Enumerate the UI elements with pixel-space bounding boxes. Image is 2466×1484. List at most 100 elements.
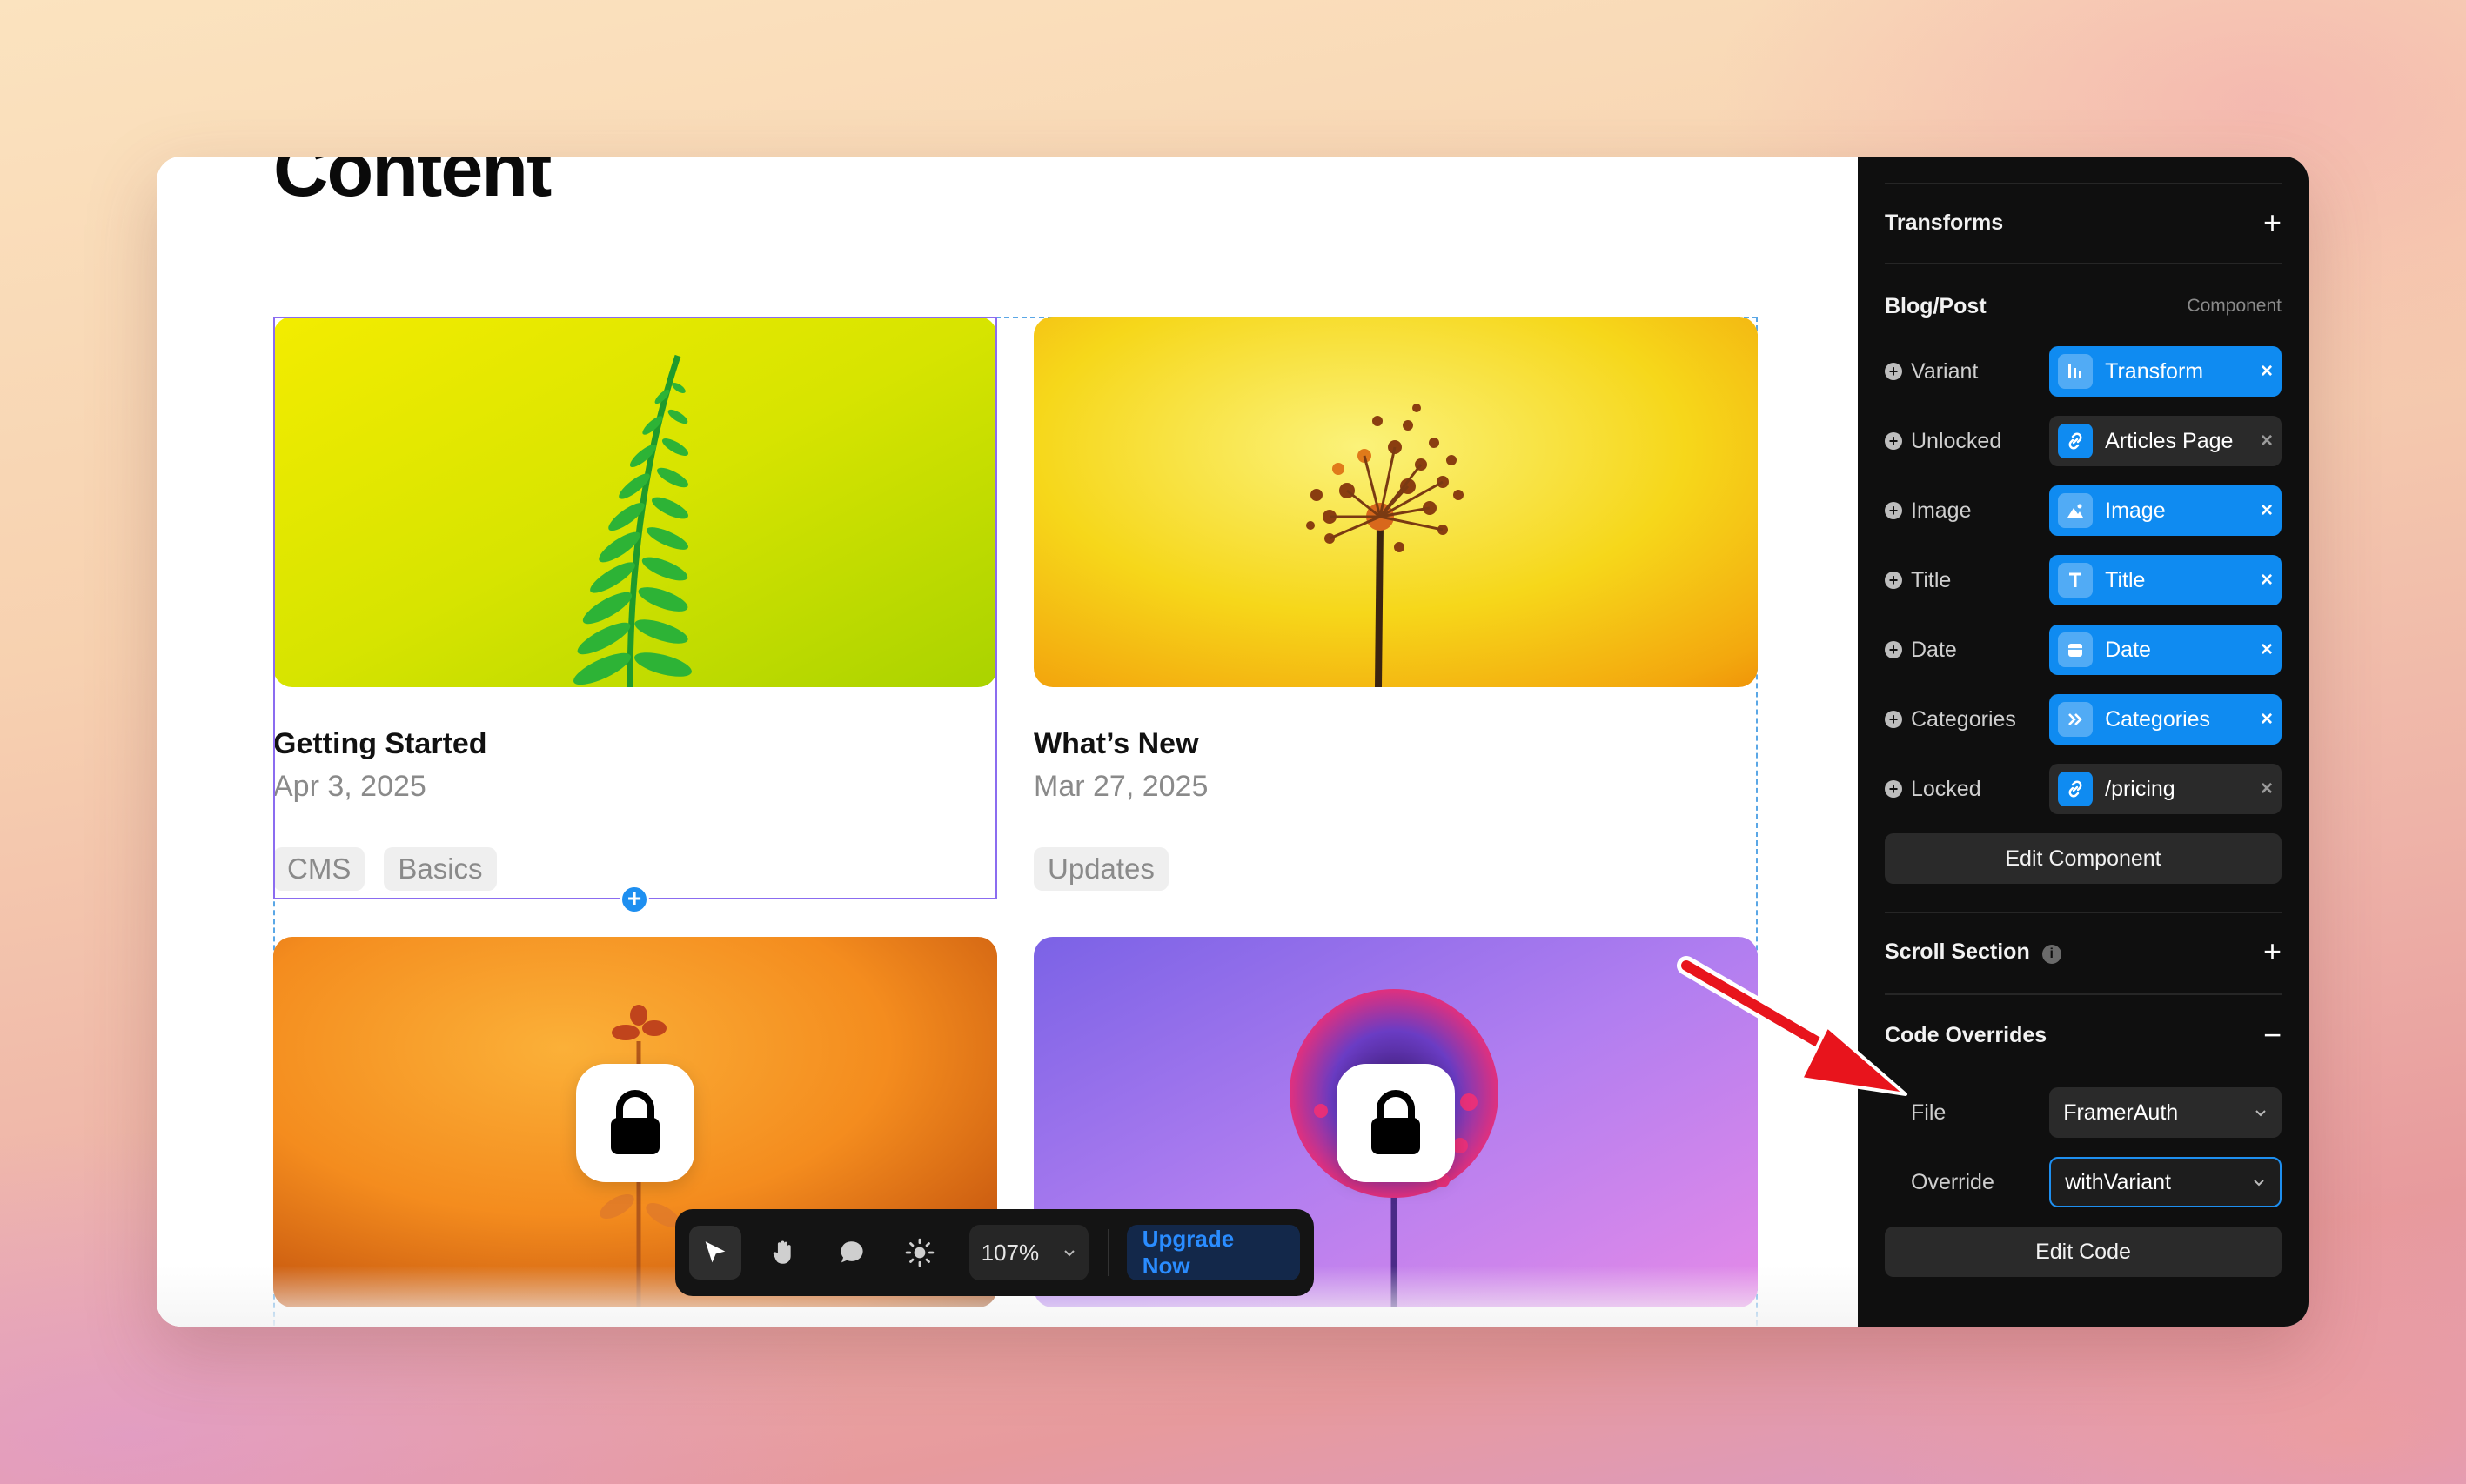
lock-icon — [1371, 1090, 1420, 1154]
zoom-select[interactable]: 107% — [968, 1225, 1089, 1280]
hand-icon — [773, 1240, 791, 1264]
prop-row-unlocked[interactable]: + Unlocked Articles Page × — [1885, 416, 2282, 466]
variant-icon — [2058, 354, 2094, 389]
field-label: Override — [1911, 1169, 1994, 1194]
variable-chip[interactable]: Transform × — [2049, 346, 2282, 397]
section-title: Transforms — [1885, 210, 2004, 235]
link-icon — [2058, 772, 2094, 806]
prop-row-title[interactable]: + Title Title × — [1885, 555, 2282, 605]
app-window: Content Getting Started Apr 3, 2025 CMS … — [157, 157, 2309, 1327]
info-icon[interactable]: i — [2041, 945, 2061, 965]
variable-chip[interactable]: Categories × — [2049, 694, 2282, 745]
comment-tool-button[interactable] — [826, 1226, 878, 1280]
blog-card[interactable]: What’s New Mar 27, 2025 Updates — [1034, 317, 1758, 891]
properties-panel: Transforms + Blog/Post Component + Varian… — [1858, 157, 2309, 1327]
remove-icon[interactable]: × — [2261, 777, 2273, 801]
annotation-arrow-icon — [1677, 956, 1907, 1096]
remove-icon[interactable]: × — [2261, 638, 2273, 662]
card-date: Mar 27, 2025 — [1034, 770, 1209, 803]
comment-icon — [841, 1241, 863, 1263]
select-value: withVariant — [2065, 1169, 2172, 1194]
prop-row-categories[interactable]: + Categories Categories × — [1885, 694, 2282, 745]
card-title: What’s New — [1034, 727, 1199, 760]
card-image — [273, 317, 997, 687]
collapse-icon[interactable]: − — [2263, 1019, 2282, 1051]
remove-icon[interactable]: × — [2261, 707, 2273, 732]
chip-label: Categories — [2105, 706, 2211, 732]
lock-badge — [1337, 1064, 1455, 1182]
plus-circle-icon: + — [1885, 780, 1902, 798]
card-title: Getting Started — [273, 727, 487, 760]
design-canvas[interactable]: Content Getting Started Apr 3, 2025 CMS … — [157, 157, 1858, 1327]
chip-label: Title — [2105, 567, 2146, 592]
card-image — [1034, 317, 1758, 687]
section-title: Blog/Post — [1885, 293, 1987, 318]
chevron-down-icon — [2254, 1180, 2264, 1187]
chip-label: Image — [2105, 498, 2166, 523]
code-overrides-section-header[interactable]: Code Overrides − — [1885, 1018, 2282, 1053]
tag-chip: Basics — [384, 847, 497, 891]
scroll-section-header[interactable]: Scroll Section i + — [1885, 934, 2282, 969]
chevron-down-icon — [1064, 1250, 1075, 1257]
prop-label: Categories — [1911, 706, 2016, 732]
plus-circle-icon: + — [1885, 711, 1902, 728]
zoom-value: 107% — [981, 1239, 1040, 1266]
edit-code-button[interactable]: Edit Code — [1885, 1227, 2282, 1277]
prop-row-locked[interactable]: + Locked /pricing × — [1885, 764, 2282, 814]
select-tool-button[interactable] — [689, 1226, 742, 1280]
tag-chip: Updates — [1034, 847, 1169, 891]
chip-label: Articles Page — [2105, 428, 2234, 453]
plus-circle-icon: + — [1885, 572, 1902, 589]
categories-icon — [2058, 702, 2094, 737]
bottom-toolbar: 107% Upgrade Now — [675, 1209, 1314, 1296]
file-select[interactable]: FramerAuth — [2049, 1087, 2282, 1138]
upgrade-button[interactable]: Upgrade Now — [1126, 1225, 1300, 1280]
section-subtitle: Component — [2187, 296, 2282, 316]
remove-icon[interactable]: × — [2261, 498, 2273, 523]
add-handle-button[interactable]: + — [620, 885, 649, 914]
prop-row-date[interactable]: + Date Date × — [1885, 625, 2282, 675]
lock-icon — [611, 1090, 660, 1154]
card-date: Apr 3, 2025 — [273, 770, 426, 803]
variable-chip[interactable]: Title × — [2049, 555, 2282, 605]
add-icon[interactable]: + — [2263, 207, 2282, 238]
prop-label: Locked — [1911, 776, 1981, 801]
prop-row-variant[interactable]: + Variant Transform × — [1885, 346, 2282, 397]
variable-chip[interactable]: /pricing × — [2049, 764, 2282, 814]
chip-label: Transform — [2105, 358, 2204, 384]
variable-chip[interactable]: Image × — [2049, 485, 2282, 536]
blog-card[interactable]: Getting Started Apr 3, 2025 CMS Basics — [273, 317, 997, 891]
theme-toggle-button[interactable] — [894, 1226, 946, 1280]
transforms-section-header[interactable]: Transforms + — [1885, 205, 2282, 240]
divider — [1885, 912, 2282, 913]
chip-label: /pricing — [2105, 776, 2175, 801]
prop-label: Unlocked — [1911, 428, 2002, 453]
divider — [1885, 263, 2282, 264]
image-icon — [2058, 493, 2094, 528]
override-select[interactable]: withVariant — [2049, 1157, 2282, 1207]
file-row: File FramerAuth — [1885, 1087, 2282, 1138]
tag-chip: CMS — [273, 847, 365, 891]
page-title: Content — [273, 157, 552, 212]
prop-label: Image — [1911, 498, 1972, 523]
chevron-down-icon — [2255, 1110, 2266, 1117]
text-icon — [2058, 563, 2094, 598]
prop-row-image[interactable]: + Image Image × — [1885, 485, 2282, 536]
component-section-header: Blog/Post Component — [1885, 289, 2282, 324]
select-value: FramerAuth — [2063, 1100, 2179, 1125]
edit-component-button[interactable]: Edit Component — [1885, 833, 2282, 884]
divider — [1885, 993, 2282, 995]
variable-chip[interactable]: Date × — [2049, 625, 2282, 675]
lock-badge — [576, 1064, 694, 1182]
plus-circle-icon: + — [1885, 363, 1902, 380]
remove-icon[interactable]: × — [2261, 429, 2273, 453]
plus-circle-icon: + — [1885, 432, 1902, 450]
remove-icon[interactable]: × — [2261, 568, 2273, 592]
link-icon — [2058, 424, 2094, 458]
remove-icon[interactable]: × — [2261, 359, 2273, 384]
add-icon[interactable]: + — [2263, 936, 2282, 967]
variable-chip[interactable]: Articles Page × — [2049, 416, 2282, 466]
plus-circle-icon: + — [1885, 502, 1902, 519]
hand-tool-button[interactable] — [757, 1226, 809, 1280]
prop-label: Variant — [1911, 358, 1979, 384]
